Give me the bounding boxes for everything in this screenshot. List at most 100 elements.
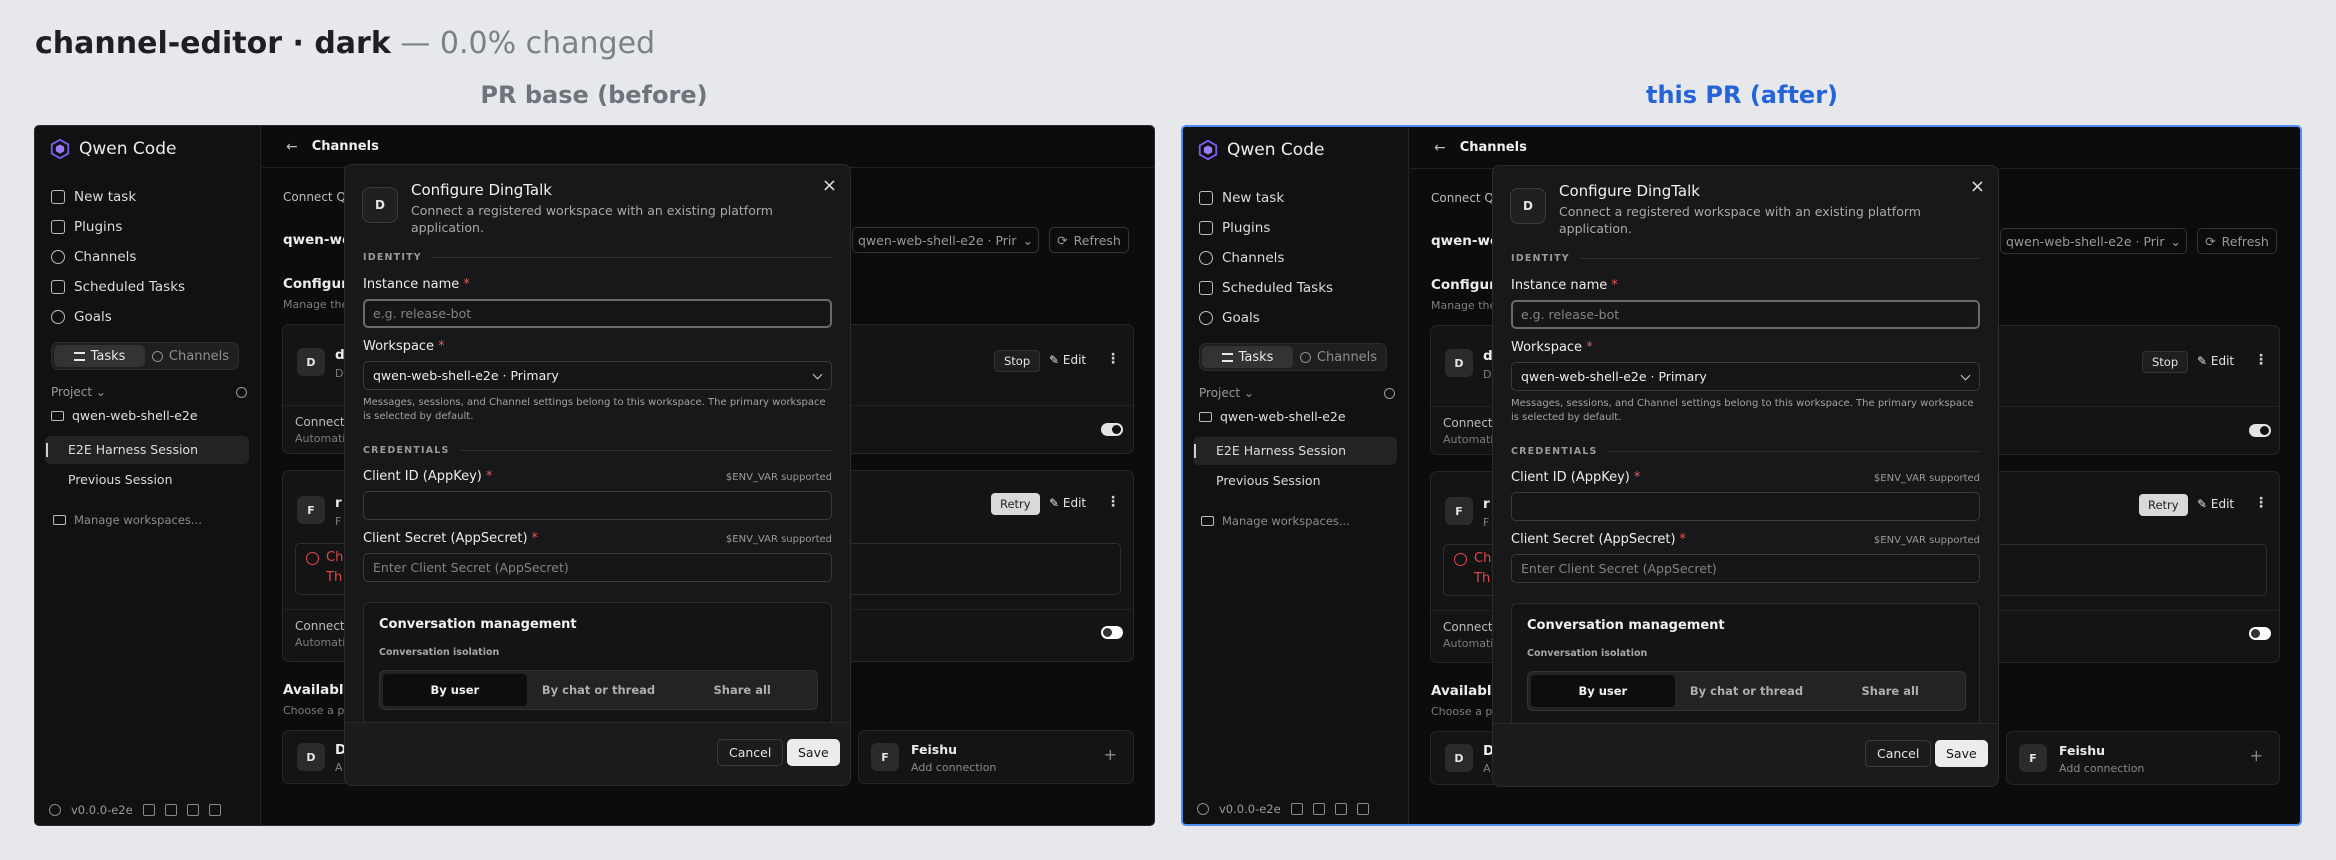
folder-name: qwen-web-shell-e2e <box>72 408 198 423</box>
workspace-select-field[interactable]: qwen-web-shell-e2e · Primary <box>1511 362 1980 391</box>
dialog-description: Connect a registered workspace with an e… <box>411 203 773 235</box>
settings-icon[interactable] <box>49 804 61 816</box>
edit-button[interactable]: ✎ Edit <box>1049 496 1086 510</box>
search-icon[interactable] <box>1384 387 1395 399</box>
required-mark: * <box>1633 470 1641 485</box>
activity-icon[interactable] <box>186 804 199 816</box>
workspace-select[interactable]: qwen-web-shell-e2e · Prir ⌄ <box>2000 228 2187 254</box>
add-icon[interactable]: + <box>1104 745 1117 764</box>
cancel-button[interactable]: Cancel <box>717 739 784 766</box>
session-item[interactable]: Previous Session <box>1193 467 1397 495</box>
close-icon[interactable]: × <box>1970 176 1985 197</box>
back-arrow-icon[interactable]: ← <box>1434 140 1446 156</box>
refresh-button[interactable]: ⟳ Refresh <box>2197 228 2277 254</box>
manage-workspaces[interactable]: Manage workspaces... <box>53 513 202 527</box>
stop-button[interactable]: Stop <box>2142 351 2189 373</box>
option-by-user[interactable]: By user <box>383 674 527 706</box>
nav-plugins[interactable]: Plugins <box>1199 213 1399 243</box>
more-icon[interactable]: ⋮ <box>2254 352 2268 368</box>
connect-toggle[interactable] <box>2249 627 2271 640</box>
edit-button[interactable]: ✎ Edit <box>1049 353 1086 367</box>
label-text: Client ID (AppKey) <box>1511 470 1630 485</box>
pencil-icon: ✎ <box>1049 353 1060 367</box>
client-secret-input[interactable]: Enter Client Secret (AppSecret) <box>1511 554 1980 583</box>
activity-icon[interactable] <box>1334 803 1347 815</box>
search-icon[interactable] <box>236 386 247 398</box>
close-icon[interactable]: × <box>822 175 837 196</box>
refresh-label: Refresh <box>1073 232 1121 248</box>
available-sub-text: A <box>335 761 343 774</box>
channels-title: Channels <box>1459 140 1527 155</box>
add-icon[interactable]: + <box>2250 746 2263 765</box>
nav-goals[interactable]: Goals <box>51 302 251 332</box>
instance-name-label: Instance name * <box>363 277 470 292</box>
more-icon[interactable]: ⋮ <box>1106 351 1120 367</box>
instance-name-label: Instance name * <box>1511 278 1618 293</box>
session-item-active[interactable]: E2E Harness Session <box>45 436 249 464</box>
nav-scheduled-tasks[interactable]: Scheduled Tasks <box>1199 273 1399 303</box>
nav-new-task[interactable]: New task <box>1199 183 1399 213</box>
after-label: this PR (after) <box>1645 81 1838 109</box>
option-share-all[interactable]: Share all <box>1818 675 1962 707</box>
tasks-tab[interactable]: Tasks <box>54 345 145 367</box>
refresh-label: Refresh <box>2221 233 2269 249</box>
connect-toggle[interactable] <box>1101 423 1123 436</box>
grid-icon[interactable] <box>142 804 155 816</box>
channels-tab[interactable]: Channels <box>1293 346 1384 368</box>
project-dropdown[interactable]: Project ⌄ <box>51 385 106 399</box>
option-by-user[interactable]: By user <box>1531 675 1675 707</box>
layout-icon[interactable] <box>1312 803 1325 815</box>
layout-icon[interactable] <box>164 804 177 816</box>
session-item-active[interactable]: E2E Harness Session <box>1193 437 1397 465</box>
card-sub: F <box>335 515 342 528</box>
available-card-feishu[interactable]: F Feishu Add connection + <box>2006 731 2280 785</box>
manage-workspaces[interactable]: Manage workspaces... <box>1201 514 1350 528</box>
nav-goals[interactable]: Goals <box>1199 303 1399 333</box>
back-arrow-icon[interactable]: ← <box>286 139 298 155</box>
channels-tab[interactable]: Channels <box>145 345 236 367</box>
workspace-select[interactable]: qwen-web-shell-e2e · Prir ⌄ <box>852 227 1039 253</box>
client-id-input[interactable] <box>1511 492 1980 521</box>
project-folder[interactable]: qwen-web-shell-e2e <box>51 408 198 423</box>
project-folder[interactable]: qwen-web-shell-e2e <box>1199 409 1346 424</box>
refresh-button[interactable]: ⟳ Refresh <box>1049 227 1129 253</box>
more-icon[interactable]: ⋮ <box>1106 494 1120 510</box>
retry-button[interactable]: Retry <box>2139 494 2188 516</box>
workspace-select-field[interactable]: qwen-web-shell-e2e · Primary <box>363 361 832 390</box>
option-by-chat[interactable]: By chat or thread <box>1675 675 1819 707</box>
settings-icon[interactable] <box>1197 803 1209 815</box>
session-item[interactable]: Previous Session <box>45 466 249 494</box>
panel-icon[interactable] <box>1356 803 1369 815</box>
stop-button[interactable]: Stop <box>994 350 1041 372</box>
save-button[interactable]: Save <box>1935 740 1988 767</box>
conversation-management: Conversation management Conversation iso… <box>1511 603 1980 743</box>
more-icon[interactable]: ⋮ <box>2254 495 2268 511</box>
nav-scheduled-tasks[interactable]: Scheduled Tasks <box>51 272 251 302</box>
instance-name-input[interactable]: e.g. release-bot <box>1511 300 1980 329</box>
client-id-input[interactable] <box>363 491 832 520</box>
client-secret-input[interactable]: Enter Client Secret (AppSecret) <box>363 553 832 582</box>
connect-toggle[interactable] <box>2249 424 2271 437</box>
tasks-tab[interactable]: Tasks <box>1202 346 1293 368</box>
nav-new-task[interactable]: New task <box>51 182 251 212</box>
cancel-button[interactable]: Cancel <box>1865 740 1932 767</box>
option-by-chat[interactable]: By chat or thread <box>527 674 671 706</box>
nav-channels[interactable]: Channels <box>51 242 251 272</box>
instance-name-input[interactable]: e.g. release-bot <box>363 299 832 328</box>
edit-button[interactable]: ✎ Edit <box>2197 354 2234 368</box>
retry-button[interactable]: Retry <box>991 493 1040 515</box>
available-card-feishu[interactable]: F Feishu Add connection + <box>858 730 1134 784</box>
connect-toggle[interactable] <box>1101 626 1123 639</box>
edit-label: Edit <box>2210 497 2235 511</box>
project-dropdown[interactable]: Project ⌄ <box>1199 386 1254 400</box>
nav-label: Plugins <box>1222 220 1271 236</box>
main-content: ← Channels Connect Q qwen-web qwen-web-sh… <box>1410 127 2300 824</box>
nav-plugins[interactable]: Plugins <box>51 212 251 242</box>
edit-button[interactable]: ✎ Edit <box>2197 497 2234 511</box>
calendar-icon <box>1199 281 1213 295</box>
option-share-all[interactable]: Share all <box>670 674 814 706</box>
panel-icon[interactable] <box>208 804 221 816</box>
save-button[interactable]: Save <box>787 739 840 766</box>
grid-icon[interactable] <box>1290 803 1303 815</box>
nav-channels[interactable]: Channels <box>1199 243 1399 273</box>
